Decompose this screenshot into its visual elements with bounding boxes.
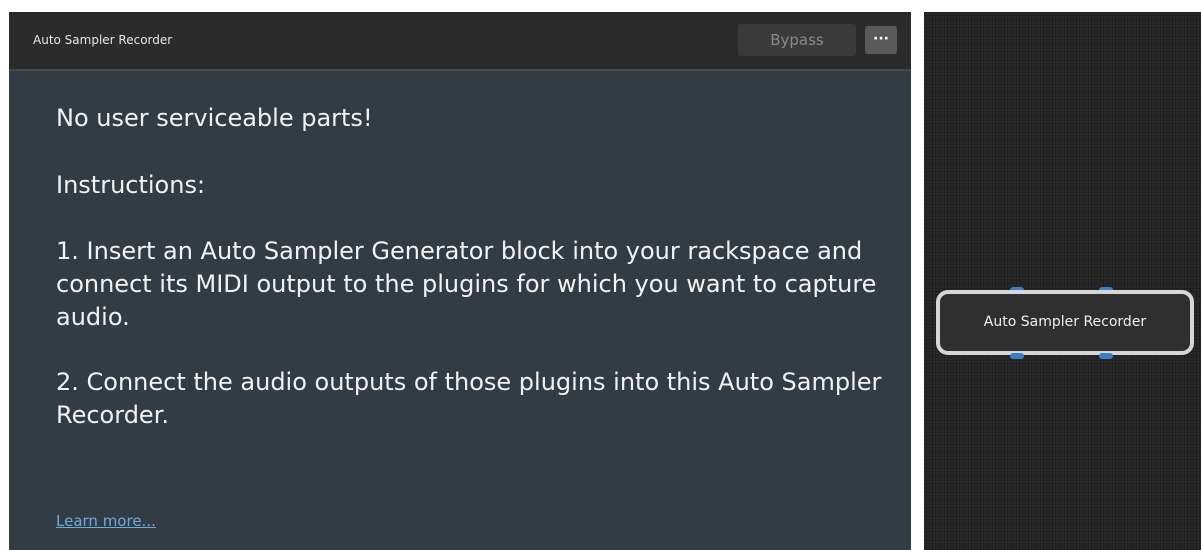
learn-more-link[interactable]: Learn more...	[56, 512, 156, 530]
graph-node-label: Auto Sampler Recorder	[983, 314, 1147, 330]
plugin-window: Auto Sampler Recorder Bypass ··· No user…	[9, 12, 911, 550]
content-heading: No user serviceable parts!	[56, 104, 373, 132]
more-options-button[interactable]: ···	[865, 26, 897, 54]
instructions-content: No user serviceable parts! Instructions:…	[56, 102, 886, 432]
output-port-1[interactable]	[1010, 353, 1024, 359]
graph-node[interactable]: Auto Sampler Recorder	[936, 290, 1194, 355]
bypass-button[interactable]: Bypass	[738, 24, 856, 56]
instructions-label: Instructions:	[56, 171, 206, 199]
title-bar: Auto Sampler Recorder Bypass ···	[9, 12, 911, 71]
ellipsis-icon: ···	[873, 31, 889, 47]
plugin-title: Auto Sampler Recorder	[33, 33, 173, 47]
panel-divider	[911, 0, 924, 550]
instruction-step-2: 2. Connect the audio outputs of those pl…	[56, 368, 882, 429]
output-port-2[interactable]	[1099, 353, 1113, 359]
wiring-graph[interactable]: Auto Sampler Recorder	[924, 12, 1201, 550]
instruction-step-1: 1. Insert an Auto Sampler Generator bloc…	[56, 237, 877, 331]
